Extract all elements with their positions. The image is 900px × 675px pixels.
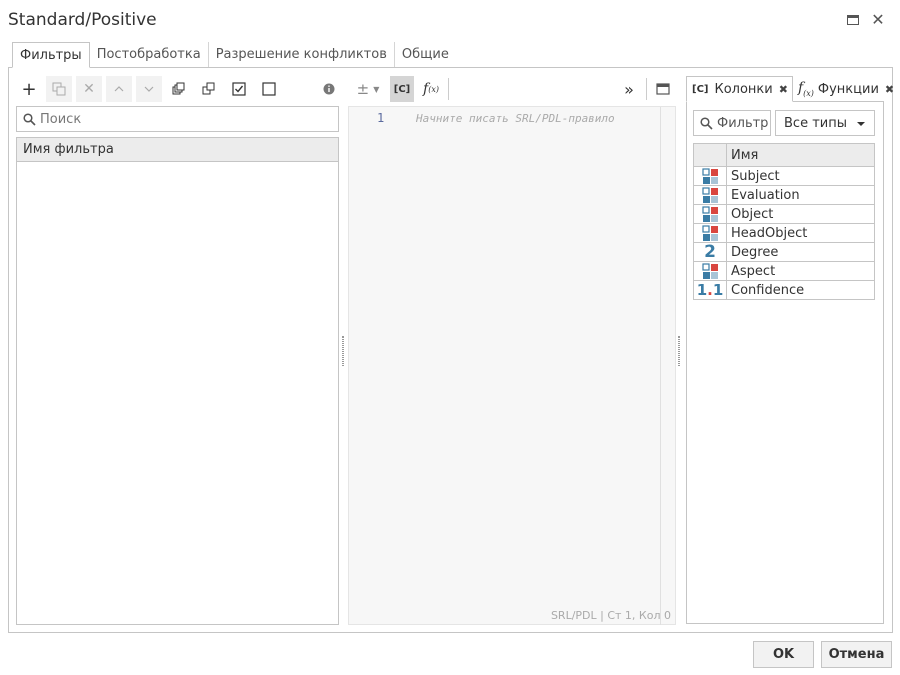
uncheck-all-icon[interactable]: [256, 76, 282, 102]
left-splitter-handle[interactable]: [342, 336, 344, 366]
panel-toggle-icon[interactable]: [650, 76, 676, 102]
type-select-value: Все типы: [784, 115, 847, 131]
line-number: 1: [377, 111, 385, 125]
column-name: Subject: [726, 166, 875, 186]
add-icon[interactable]: +: [16, 76, 42, 102]
rule-editor[interactable]: 1 Начните писать SRL/PDL-правило SRL/PDL…: [348, 106, 676, 625]
float-type-icon: 1.1: [693, 280, 727, 300]
collapse-all-icon[interactable]: [196, 76, 222, 102]
close-icon[interactable]: ✕: [870, 12, 886, 28]
column-name: Confidence: [726, 280, 875, 300]
editor-toolbar: ± ▼ [C] f (x): [350, 76, 449, 102]
filter-label: Фильтр: [717, 115, 769, 131]
columns-table: Имя Subject Evaluation Object HeadObject 2 De…: [693, 143, 875, 300]
column-row[interactable]: Subject: [693, 166, 875, 186]
info-icon[interactable]: [316, 76, 342, 102]
function-icon: f(x): [797, 80, 814, 98]
editor-scrollbar[interactable]: [660, 107, 661, 625]
column-row[interactable]: HeadObject: [693, 223, 875, 243]
object-type-icon: [693, 261, 727, 281]
column-name: HeadObject: [726, 223, 875, 243]
function-icon[interactable]: f (x): [418, 76, 444, 102]
integer-type-icon: 2: [693, 242, 727, 262]
filter-name-column-header[interactable]: Имя фильтра: [17, 138, 338, 162]
move-down-icon[interactable]: [136, 76, 162, 102]
right-splitter-handle[interactable]: [678, 336, 680, 366]
copy-icon[interactable]: [46, 76, 72, 102]
type-select[interactable]: Все типы: [775, 110, 875, 136]
right-panel-tabs: [C] Колонки ✖ f(x) Функции ✖: [686, 76, 898, 102]
tab-functions-label: Функции: [817, 81, 879, 97]
name-column-header[interactable]: Имя: [726, 143, 875, 167]
check-all-icon[interactable]: [226, 76, 252, 102]
search-placeholder: Поиск: [40, 111, 82, 127]
column-name: Aspect: [726, 261, 875, 281]
object-type-icon: [693, 166, 727, 186]
move-up-icon[interactable]: [106, 76, 132, 102]
column-row[interactable]: Object: [693, 204, 875, 224]
object-type-icon: [693, 185, 727, 205]
object-type-icon: [693, 204, 727, 224]
columns-icon: [C]: [692, 83, 709, 95]
tab-postprocessing[interactable]: Постобработка: [90, 42, 209, 68]
icon-column-header: [693, 143, 727, 167]
tab-columns[interactable]: [C] Колонки ✖: [686, 76, 793, 102]
column-name: Evaluation: [726, 185, 875, 205]
double-chevron-right-icon[interactable]: »: [616, 76, 642, 102]
delete-icon[interactable]: ✕: [76, 76, 102, 102]
close-tab-icon[interactable]: ✖: [885, 83, 894, 96]
tab-functions[interactable]: f(x) Функции ✖: [793, 76, 898, 102]
filter-search-input[interactable]: Поиск: [16, 106, 339, 132]
close-tab-icon[interactable]: ✖: [779, 83, 788, 96]
filters-toolbar: + ✕: [16, 76, 286, 102]
editor-placeholder: Начните писать SRL/PDL-правило: [416, 112, 615, 125]
column-name: Object: [726, 204, 875, 224]
cancel-button[interactable]: Отмена: [821, 641, 892, 668]
toolbar-divider: [448, 78, 449, 100]
toolbar-divider: [646, 78, 647, 100]
object-type-icon: [693, 223, 727, 243]
column-row[interactable]: Evaluation: [693, 185, 875, 205]
tab-filters[interactable]: Фильтры: [12, 42, 90, 68]
columns-mode-button[interactable]: [C]: [390, 76, 414, 102]
filters-grid: Имя фильтра: [16, 137, 339, 625]
column-row[interactable]: 2 Degree: [693, 242, 875, 262]
chevron-down-icon: [857, 122, 865, 126]
column-row[interactable]: Aspect: [693, 261, 875, 281]
window-title: Standard/Positive: [8, 10, 157, 30]
ok-button[interactable]: OK: [753, 641, 814, 668]
search-icon: [700, 116, 713, 130]
tab-general[interactable]: Общие: [395, 42, 456, 68]
plus-minus-dropdown[interactable]: ± ▼: [350, 76, 386, 102]
title-bar: Standard/Positive ✕: [0, 0, 900, 40]
tab-conflict-resolution[interactable]: Разрешение конфликтов: [209, 42, 395, 68]
column-filter-button[interactable]: Фильтр: [693, 110, 771, 136]
editor-status: SRL/PDL | Ст 1, Кол 0: [550, 609, 671, 622]
tab-columns-label: Колонки: [714, 81, 773, 97]
column-name: Degree: [726, 242, 875, 262]
expand-all-icon[interactable]: [166, 76, 192, 102]
column-row[interactable]: 1.1 Confidence: [693, 280, 875, 300]
maximize-icon[interactable]: [845, 12, 861, 28]
main-tabs: Фильтры Постобработка Разрешение конфлик…: [12, 42, 456, 68]
search-icon: [23, 112, 36, 126]
